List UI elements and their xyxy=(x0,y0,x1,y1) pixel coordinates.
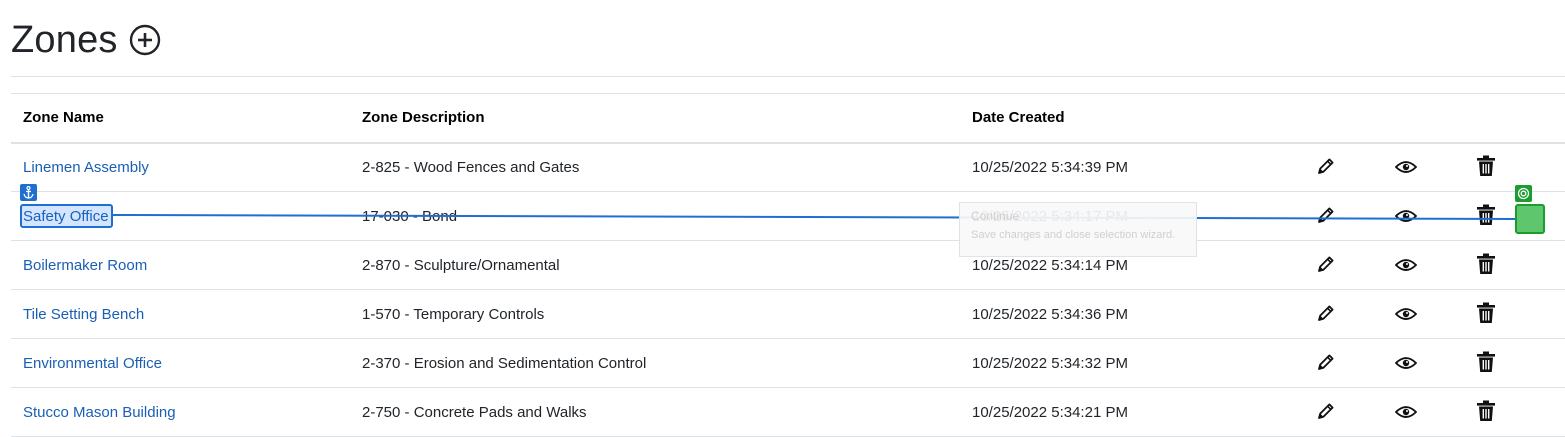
pencil-icon[interactable] xyxy=(1314,252,1338,276)
zone-description-cell: 1-570 - Temporary Controls xyxy=(362,305,545,323)
view-cell xyxy=(1382,143,1462,192)
edit-cell xyxy=(1302,290,1382,339)
zones-table: Zone Name Zone Description Date Created … xyxy=(11,93,1565,437)
date-created-cell: 10/25/2022 5:34:21 PM xyxy=(972,403,1128,421)
edit-cell xyxy=(1302,241,1382,290)
edit-cell xyxy=(1302,388,1382,437)
table-row: Boilermaker Room 2-870 - Sculpture/Orname… xyxy=(11,241,1565,290)
anchor-icon[interactable] xyxy=(20,184,37,201)
column-header-zone-name: Zone Name xyxy=(23,109,104,127)
target-icon[interactable] xyxy=(1515,185,1532,202)
target-element-highlight[interactable] xyxy=(1515,204,1545,234)
eye-icon[interactable] xyxy=(1394,351,1418,375)
column-header-date-created: Date Created xyxy=(972,109,1065,127)
trash-icon[interactable] xyxy=(1474,350,1498,374)
zone-description-cell: 2-870 - Sculpture/Ornamental xyxy=(362,256,560,274)
date-created-cell: 10/25/2022 5:34:39 PM xyxy=(972,158,1128,176)
date-created-cell: 10/25/2022 5:34:32 PM xyxy=(972,354,1128,372)
trash-icon[interactable] xyxy=(1474,301,1498,325)
zone-name-cell: Stucco Mason Building xyxy=(11,388,350,437)
edit-cell xyxy=(1302,143,1382,192)
edit-cell xyxy=(1302,339,1382,388)
table-row: Linemen Assembly 2-825 - Wood Fences and … xyxy=(11,143,1565,192)
zone-name-cell: Linemen Assembly xyxy=(11,143,350,192)
trash-icon[interactable] xyxy=(1474,154,1498,178)
header-divider xyxy=(11,76,1565,77)
zone-name-cell: Environmental Office xyxy=(11,339,350,388)
zone-description-cell: 2-370 - Erosion and Sedimentation Contro… xyxy=(362,354,647,372)
zone-description-cell: 17-030 - Bond xyxy=(362,207,458,225)
view-cell xyxy=(1382,290,1462,339)
eye-icon[interactable] xyxy=(1394,302,1418,326)
delete-cell xyxy=(1462,241,1542,290)
page-title: Zones xyxy=(11,19,118,61)
delete-cell xyxy=(1462,339,1542,388)
column-header-delete xyxy=(1462,94,1542,143)
pencil-icon[interactable] xyxy=(1314,203,1338,227)
table-row: Tile Setting Bench 1-570 - Temporary Cont… xyxy=(11,290,1565,339)
eye-icon[interactable] xyxy=(1394,253,1418,277)
zone-name-link[interactable]: Linemen Assembly xyxy=(23,159,149,176)
zone-name-link[interactable]: Stucco Mason Building xyxy=(23,404,176,421)
tooltip-title: Continue xyxy=(971,209,1020,223)
zone-name-link[interactable]: Boilermaker Room xyxy=(23,257,147,274)
zone-name-cell: Boilermaker Room xyxy=(11,241,350,290)
trash-icon[interactable] xyxy=(1474,399,1498,423)
pencil-icon[interactable] xyxy=(1314,350,1338,374)
zone-name-cell: Tile Setting Bench xyxy=(11,290,350,339)
delete-cell xyxy=(1462,388,1542,437)
view-cell xyxy=(1382,388,1462,437)
table-header-row: Zone Name Zone Description Date Created xyxy=(11,93,1565,143)
wizard-tooltip: Continue Save changes and close selectio… xyxy=(959,202,1197,257)
zone-name-link[interactable]: Tile Setting Bench xyxy=(23,306,144,323)
pencil-icon[interactable] xyxy=(1314,301,1338,325)
table-row: Safety Office17-030 - Bond10/25/2022 5:3… xyxy=(11,192,1565,241)
edit-cell xyxy=(1302,192,1382,241)
table-row: Environmental Office 2-370 - Erosion and … xyxy=(11,339,1565,388)
page-header: Zones xyxy=(11,14,162,66)
table-row: Stucco Mason Building 2-750 - Concrete Pa… xyxy=(11,388,1565,437)
trash-icon[interactable] xyxy=(1474,252,1498,276)
delete-cell xyxy=(1462,290,1542,339)
eye-icon[interactable] xyxy=(1394,155,1418,179)
pencil-icon[interactable] xyxy=(1314,154,1338,178)
zone-description-cell: 2-825 - Wood Fences and Gates xyxy=(362,158,580,176)
eye-icon[interactable] xyxy=(1394,400,1418,424)
add-zone-button[interactable] xyxy=(128,23,162,57)
selected-element-highlight[interactable] xyxy=(20,204,113,228)
zone-name-link[interactable]: Environmental Office xyxy=(23,355,162,372)
plus-circle-icon xyxy=(129,24,160,56)
view-cell xyxy=(1382,339,1462,388)
column-header-view xyxy=(1382,94,1462,143)
column-header-zone-description: Zone Description xyxy=(362,109,485,127)
view-cell xyxy=(1382,192,1462,241)
trash-icon[interactable] xyxy=(1474,203,1498,227)
date-created-cell: 10/25/2022 5:34:36 PM xyxy=(972,305,1128,323)
tooltip-text: Save changes and close selection wizard. xyxy=(971,229,1176,241)
column-header-edit xyxy=(1302,94,1382,143)
eye-icon[interactable] xyxy=(1394,204,1418,228)
zone-description-cell: 2-750 - Concrete Pads and Walks xyxy=(362,403,587,421)
pencil-icon[interactable] xyxy=(1314,399,1338,423)
view-cell xyxy=(1382,241,1462,290)
